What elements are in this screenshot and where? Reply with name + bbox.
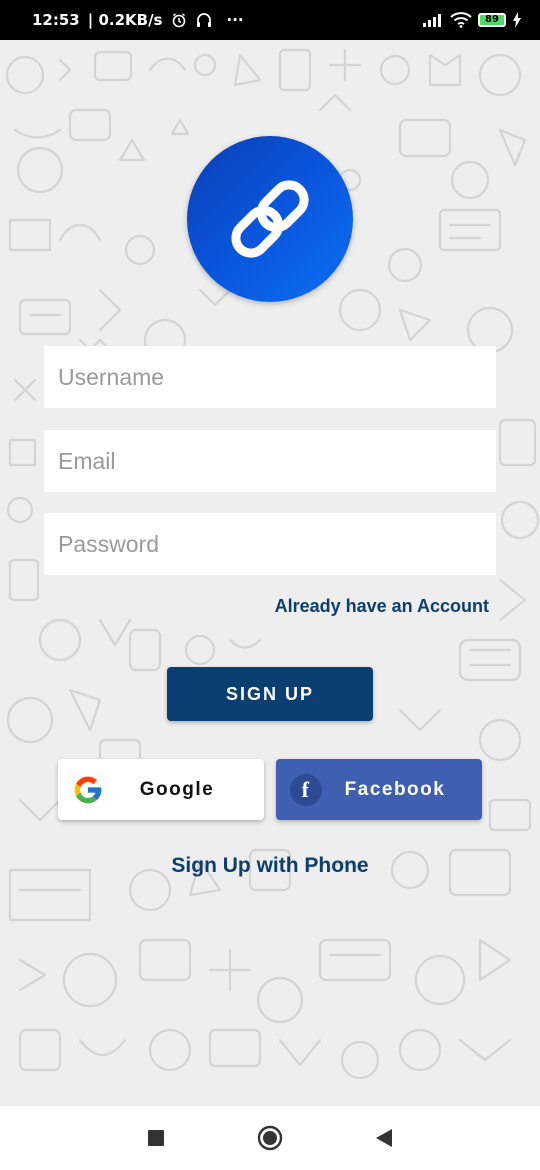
battery-level: 89: [485, 14, 499, 25]
alarm-icon: [171, 12, 187, 28]
sign-up-with-phone-link[interactable]: Sign Up with Phone: [0, 854, 540, 878]
facebook-icon: f: [290, 773, 322, 806]
square-recents-icon[interactable]: [147, 1129, 165, 1147]
signal-icon: [422, 13, 444, 27]
system-nav-bar: [0, 1106, 540, 1170]
google-button-label: Google: [139, 778, 215, 800]
link-icon: [215, 164, 325, 274]
circle-home-icon[interactable]: [257, 1125, 283, 1151]
status-left: 12:53 | 0.2KB/s ···: [32, 11, 244, 29]
email-input[interactable]: [44, 430, 496, 492]
already-have-account-link[interactable]: Already have an Account: [275, 596, 489, 617]
status-more: ···: [226, 11, 244, 29]
sign-up-button[interactable]: SIGN UP: [167, 667, 373, 721]
triangle-back-icon[interactable]: [375, 1128, 393, 1148]
status-bar: 12:53 | 0.2KB/s ··· 89: [0, 0, 540, 40]
username-input[interactable]: [44, 346, 496, 408]
google-signin-button[interactable]: Google: [58, 759, 264, 820]
headset-icon: [195, 12, 213, 28]
status-speed: | 0.2KB/s: [87, 11, 163, 29]
facebook-button-label: Facebook: [344, 778, 446, 800]
google-icon: [72, 774, 104, 806]
facebook-signin-button[interactable]: f Facebook: [276, 759, 482, 820]
status-time: 12:53: [32, 11, 80, 29]
app-logo: [187, 136, 353, 302]
password-input[interactable]: [44, 513, 496, 575]
status-right: 89: [422, 12, 522, 28]
wifi-icon: [450, 12, 472, 28]
charging-icon: [512, 12, 522, 28]
battery-icon: 89: [478, 13, 506, 27]
